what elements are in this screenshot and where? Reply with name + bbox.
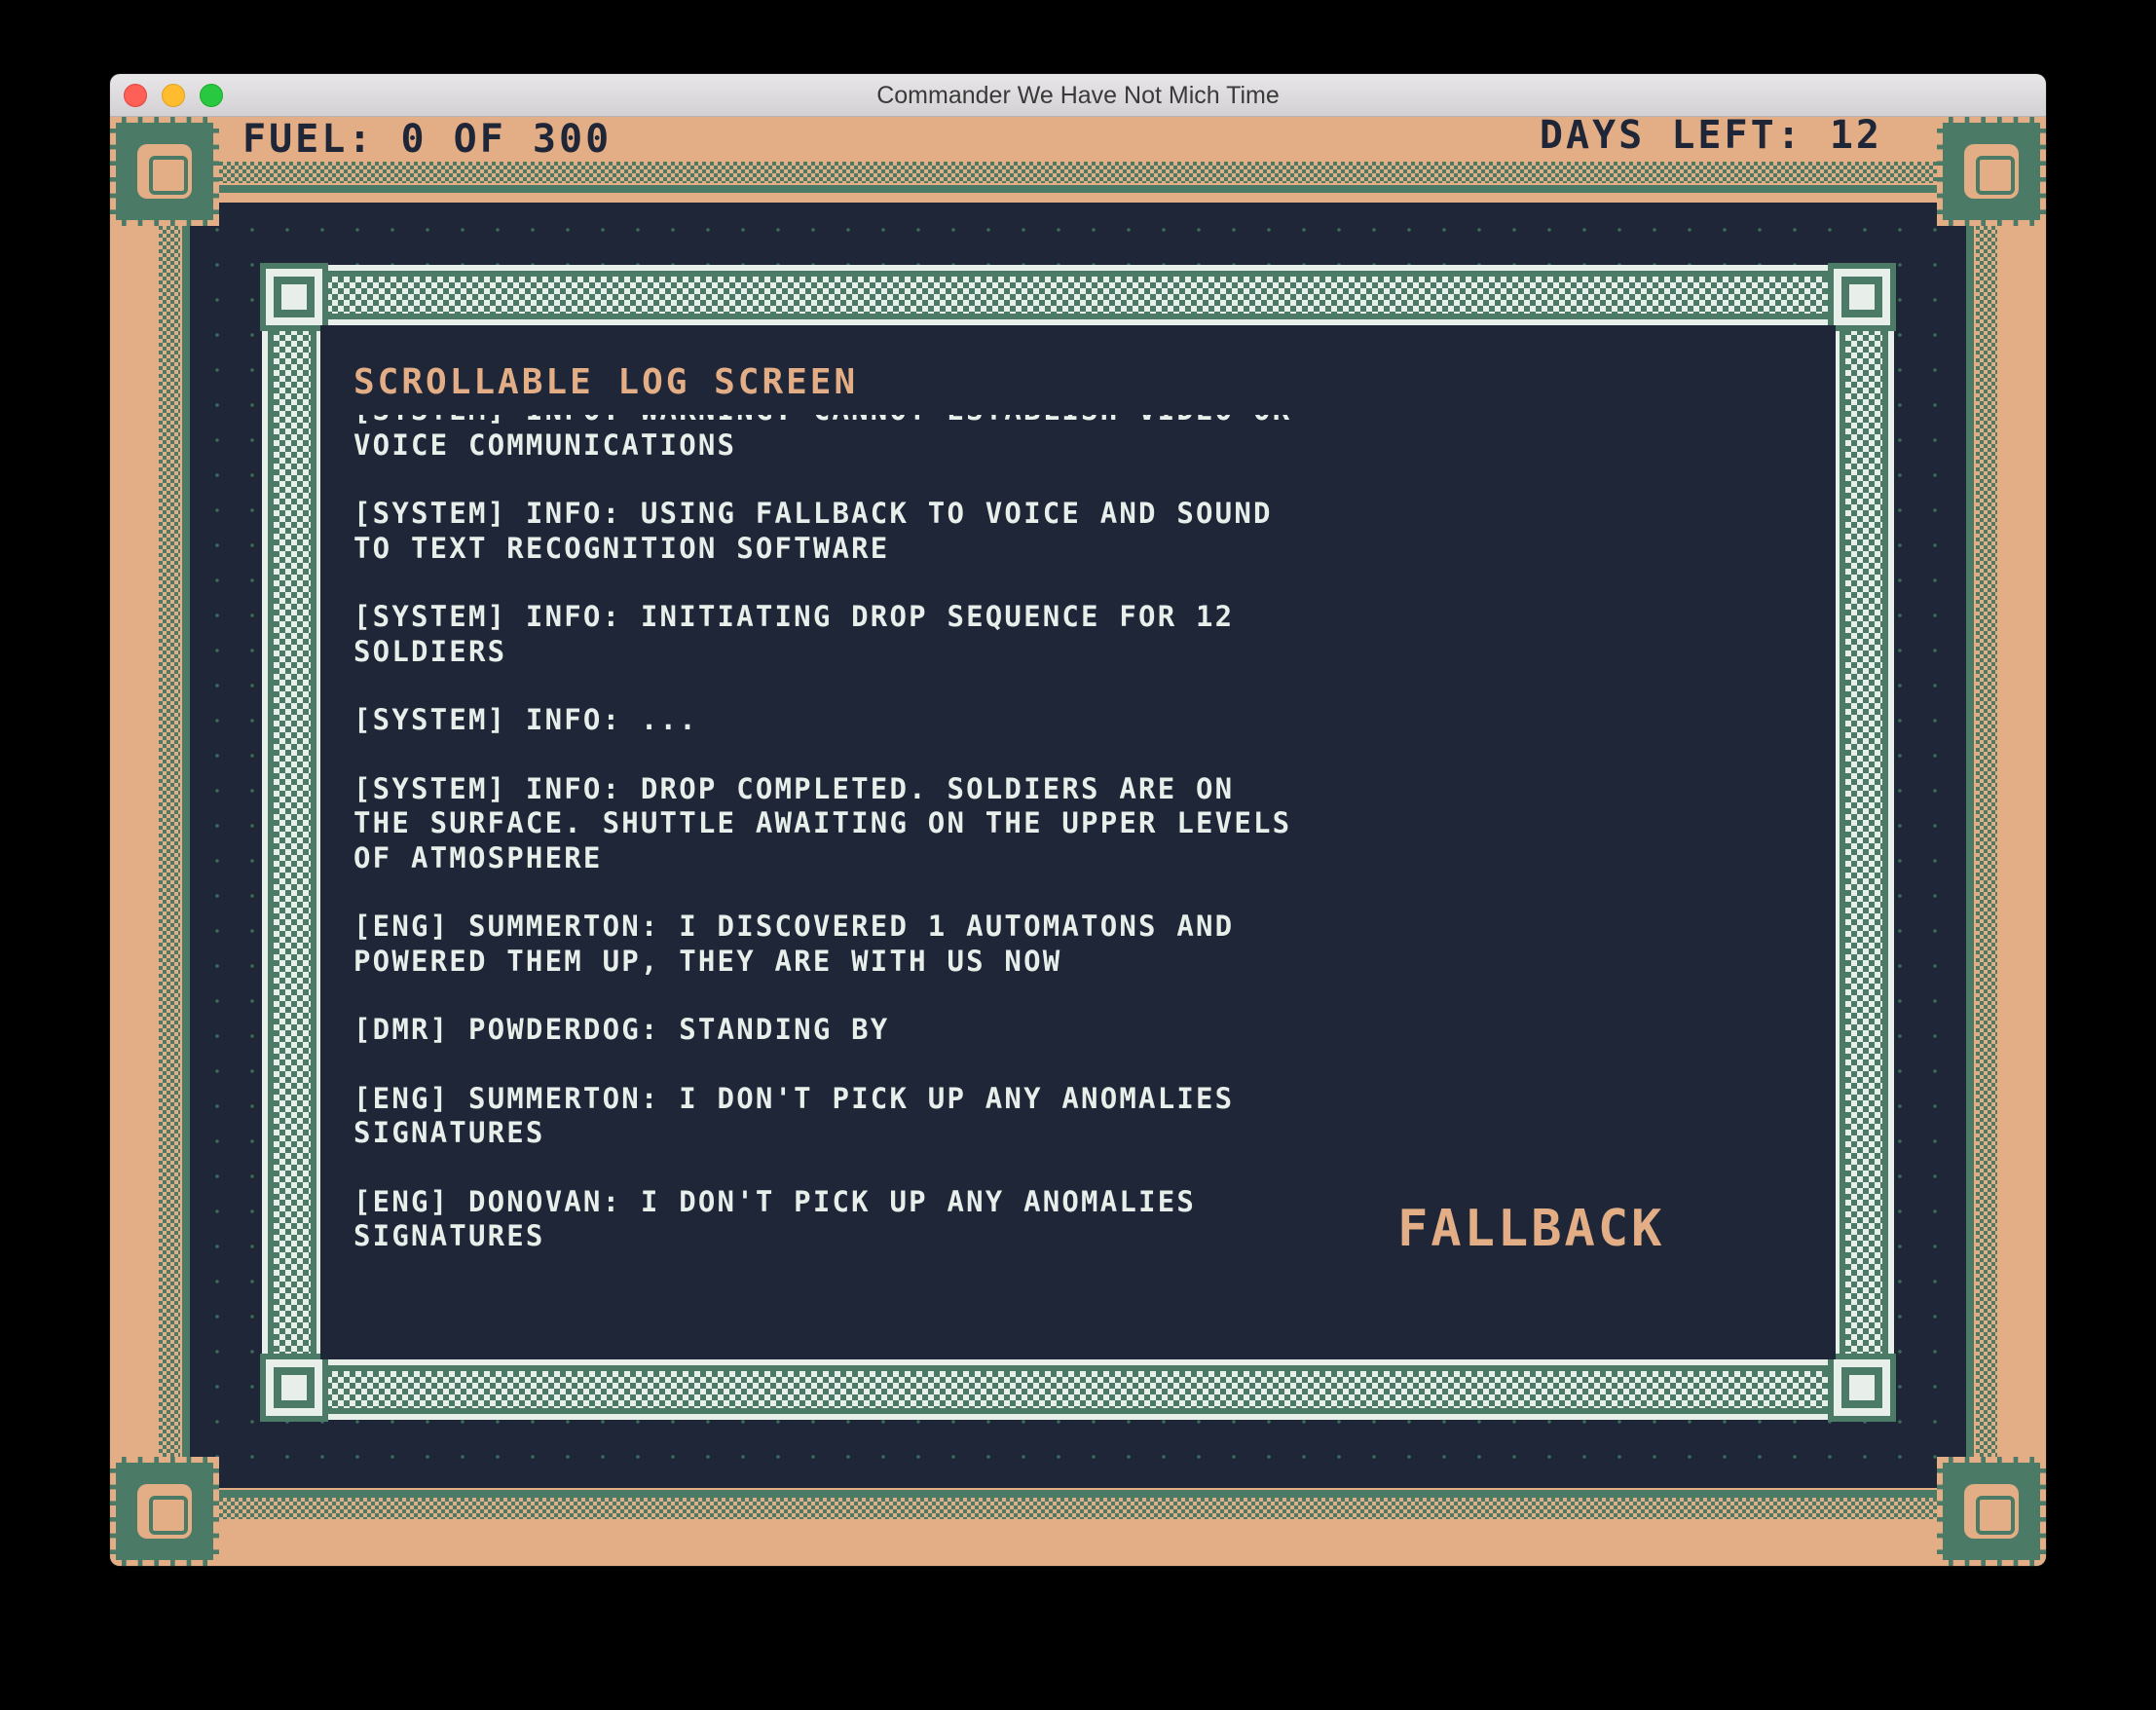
log-entry: [SYSTEM] INFO: WARNING: CANNOT ESTABLISH…	[353, 415, 1289, 462]
window-title: Commander We Have Not Mich Time	[876, 82, 1280, 109]
outer-border-bottom	[219, 1498, 1937, 1519]
outer-border-right	[1976, 226, 1997, 1457]
log-scroll-area[interactable]: [SYSTEM] INFO: WARNING: CANNOT ESTABLISH…	[353, 415, 1425, 1252]
corner-ornament-icon	[110, 1457, 219, 1566]
days-left-counter: DAYS LEFT: 12	[1539, 117, 1882, 158]
outer-border-bottom-line	[219, 1490, 1937, 1498]
outer-border-top	[219, 162, 1937, 183]
game-window: Commander We Have Not Mich Time FUEL: 0 …	[110, 74, 2046, 1566]
log-entry: [SYSTEM] INFO: DROP COMPLETED. SOLDIERS …	[353, 771, 1311, 874]
outer-border-right-line	[1966, 226, 1974, 1457]
frame-corner-icon	[260, 1354, 328, 1422]
log-entry: [SYSTEM] INFO: INITIATING DROP SEQUENCE …	[353, 600, 1254, 668]
log-entry: [ENG] DONOVAN: I DON'T PICK UP ANY ANOMA…	[353, 1184, 1215, 1253]
log-entry: [DMR] POWDERDOG: STANDING BY	[353, 1013, 890, 1046]
frame-border-left	[262, 265, 322, 1420]
log-entry: [ENG] SUMMERTON: I DISCOVERED 1 AUTOMATO…	[353, 910, 1254, 978]
log-panel: SCROLLABLE LOG SCREEN [SYSTEM] INFO: WAR…	[320, 325, 1836, 1359]
log-entry: [SYSTEM] INFO: ...	[353, 703, 698, 736]
frame-corner-icon	[1828, 1354, 1896, 1422]
frame-border-bottom	[262, 1359, 1894, 1420]
log-entries: [SYSTEM] INFO: WARNING: CANNOT ESTABLISH…	[353, 415, 1425, 1252]
log-entry: [SYSTEM] INFO: USING FALLBACK TO VOICE A…	[353, 497, 1292, 565]
frame-corner-icon	[260, 263, 328, 331]
fallback-button[interactable]: FALLBACK	[1392, 1198, 1670, 1260]
game-canvas: FUEL: 0 OF 300 DAYS LEFT: 12 SCROLLABLE …	[110, 117, 2046, 1566]
corner-ornament-icon	[1937, 1457, 2046, 1566]
outer-border-top-line	[219, 185, 1937, 193]
fuel-counter: FUEL: 0 OF 300	[242, 117, 613, 162]
title-bar[interactable]: Commander We Have Not Mich Time	[110, 74, 2046, 117]
log-heading: SCROLLABLE LOG SCREEN	[353, 362, 859, 402]
outer-border-left	[159, 226, 180, 1457]
outer-border-left-line	[182, 226, 190, 1457]
corner-ornament-icon	[110, 117, 219, 226]
corner-ornament-icon	[1937, 117, 2046, 226]
frame-corner-icon	[1828, 263, 1896, 331]
log-entry: [ENG] SUMMERTON: I DON'T PICK UP ANY ANO…	[353, 1081, 1254, 1150]
frame-border-top	[262, 265, 1894, 325]
frame-border-right	[1834, 265, 1894, 1420]
